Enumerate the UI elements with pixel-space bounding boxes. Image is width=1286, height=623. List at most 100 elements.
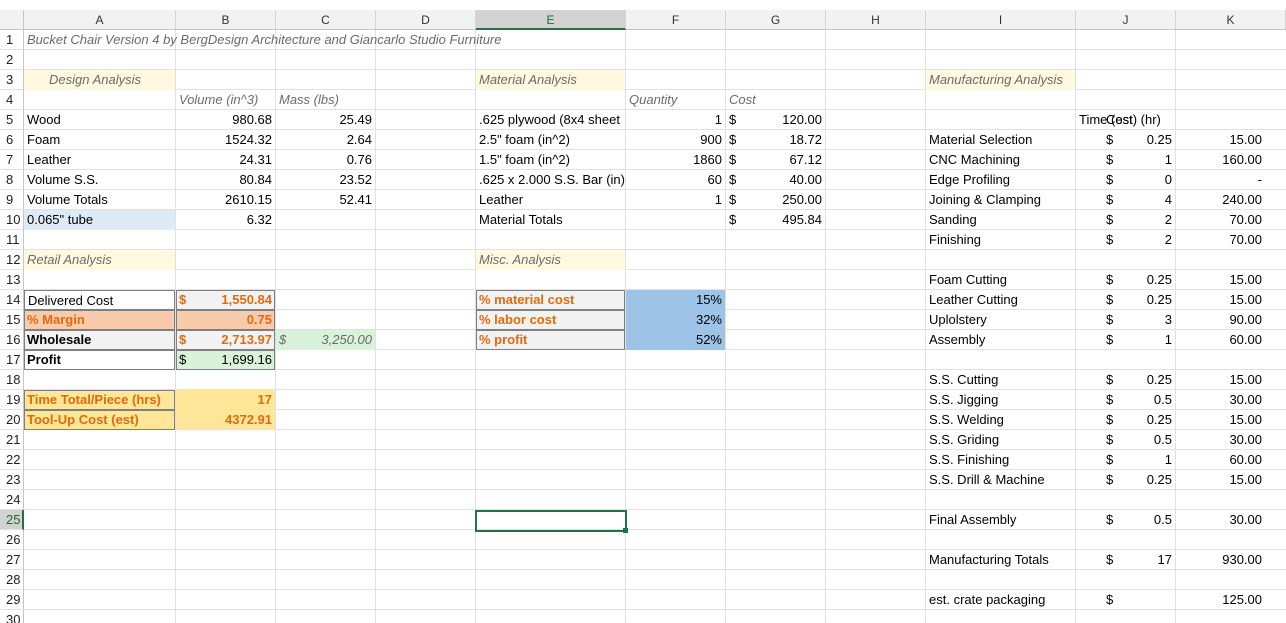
material-row-label[interactable]: .625 plywood (8x4 sheet bbox=[476, 110, 625, 130]
row-header-16[interactable]: 16 bbox=[0, 330, 24, 350]
volume-column-header[interactable]: Volume (in^3) bbox=[176, 90, 275, 110]
material-cost-value[interactable]: 120.00 bbox=[726, 110, 825, 130]
column-header-a[interactable]: A bbox=[24, 10, 176, 30]
manufacturing-row-label[interactable]: S.S. Jigging bbox=[926, 390, 1075, 410]
row-header-28[interactable]: 28 bbox=[0, 570, 24, 590]
currency-symbol[interactable]: $ bbox=[1103, 170, 1122, 190]
manufacturing-row-label[interactable]: S.S. Cutting bbox=[926, 370, 1075, 390]
row-header-9[interactable]: 9 bbox=[0, 190, 24, 210]
design-row-label[interactable]: Wood bbox=[24, 110, 175, 130]
currency-symbol[interactable]: $ bbox=[1103, 390, 1122, 410]
row-header-26[interactable]: 26 bbox=[0, 530, 24, 550]
row-header-15[interactable]: 15 bbox=[0, 310, 24, 330]
design-volume-value[interactable]: 1524.32 bbox=[176, 130, 275, 150]
currency-symbol[interactable]: $ bbox=[1103, 210, 1122, 230]
manufacturing-cost-value[interactable]: 70.00 bbox=[1166, 210, 1265, 230]
manufacturing-cost-value[interactable]: 125.00 bbox=[1166, 590, 1265, 610]
design-mass-value[interactable]: 0.76 bbox=[276, 150, 375, 170]
toolup-cost-label[interactable]: Tool-Up Cost (est) bbox=[24, 410, 175, 430]
misc-analysis-header[interactable]: Misc. Analysis bbox=[476, 250, 625, 270]
manufacturing-row-label[interactable]: Assembly bbox=[926, 330, 1075, 350]
row-header-27[interactable]: 27 bbox=[0, 550, 24, 570]
column-header-b[interactable]: B bbox=[176, 10, 276, 30]
design-row-label[interactable]: Volume Totals bbox=[24, 190, 175, 210]
currency-symbol[interactable]: $ bbox=[1103, 450, 1122, 470]
material-quantity-value[interactable]: 1 bbox=[626, 190, 725, 210]
column-header-f[interactable]: F bbox=[626, 10, 726, 30]
manufacturing-cost-value[interactable]: 15.00 bbox=[1166, 410, 1265, 430]
manufacturing-cost-value[interactable]: 930.00 bbox=[1166, 550, 1265, 570]
currency-symbol[interactable]: $ bbox=[1103, 130, 1122, 150]
material-row-label[interactable]: 1.5" foam (in^2) bbox=[476, 150, 625, 170]
design-mass-value[interactable]: 25.49 bbox=[276, 110, 375, 130]
material-cost-value[interactable]: 40.00 bbox=[726, 170, 825, 190]
manufacturing-time-value[interactable]: 0.5 bbox=[1076, 390, 1175, 410]
manufacturing-row-label[interactable]: Uplolstery bbox=[926, 310, 1075, 330]
row-header-19[interactable]: 19 bbox=[0, 390, 24, 410]
row-header-4[interactable]: 4 bbox=[0, 90, 24, 110]
row-header-2[interactable]: 2 bbox=[0, 50, 24, 70]
margin-value[interactable]: 0.75 bbox=[176, 310, 275, 330]
currency-symbol[interactable]: $ bbox=[1103, 290, 1122, 310]
material-quantity-value[interactable]: 60 bbox=[626, 170, 725, 190]
manufacturing-cost-value[interactable]: 60.00 bbox=[1166, 330, 1265, 350]
material-quantity-value[interactable]: 900 bbox=[626, 130, 725, 150]
manufacturing-cost-value[interactable]: 30.00 bbox=[1166, 390, 1265, 410]
material-cost-value[interactable]: 67.12 bbox=[726, 150, 825, 170]
row-header-17[interactable]: 17 bbox=[0, 350, 24, 370]
toolup-cost-value[interactable]: 4372.91 bbox=[176, 410, 275, 430]
manufacturing-row-label[interactable]: Sanding bbox=[926, 210, 1075, 230]
cost-column-header[interactable]: Cost bbox=[726, 90, 825, 110]
design-volume-value[interactable]: 2610.15 bbox=[176, 190, 275, 210]
mass-column-header[interactable]: Mass (lbs) bbox=[276, 90, 375, 110]
material-row-label[interactable]: Material Totals bbox=[476, 210, 625, 230]
active-cell-selection[interactable] bbox=[475, 510, 627, 532]
row-header-20[interactable]: 20 bbox=[0, 410, 24, 430]
column-header-k[interactable]: K bbox=[1176, 10, 1286, 30]
currency-symbol[interactable]: $ bbox=[1103, 270, 1122, 290]
manufacturing-cost-value[interactable]: 15.00 bbox=[1166, 130, 1265, 150]
manufacturing-time-value[interactable]: 0.25 bbox=[1076, 410, 1175, 430]
column-header-h[interactable]: H bbox=[826, 10, 926, 30]
design-row-label[interactable]: 0.065" tube bbox=[24, 210, 175, 230]
row-header-25[interactable]: 25 bbox=[0, 510, 24, 530]
design-row-label[interactable]: Volume S.S. bbox=[24, 170, 175, 190]
manufacturing-cost-value[interactable]: - bbox=[1166, 170, 1265, 190]
material-quantity-value[interactable]: 1860 bbox=[626, 150, 725, 170]
material-quantity-value[interactable]: 1 bbox=[626, 110, 725, 130]
manufacturing-cost-value[interactable]: 30.00 bbox=[1166, 430, 1265, 450]
manufacturing-time-value[interactable]: 2 bbox=[1076, 210, 1175, 230]
wholesale-alt-value[interactable]: 3,250.00 bbox=[276, 330, 375, 350]
design-mass-value[interactable]: 52.41 bbox=[276, 190, 375, 210]
manufacturing-cost-value[interactable]: 240.00 bbox=[1166, 190, 1265, 210]
currency-symbol[interactable]: $ bbox=[1103, 330, 1122, 350]
column-header-e[interactable]: E bbox=[476, 10, 626, 30]
manufacturing-time-value[interactable]: 0.5 bbox=[1076, 430, 1175, 450]
manufacturing-time-value[interactable]: 0.5 bbox=[1076, 510, 1175, 530]
currency-symbol[interactable]: $ bbox=[1103, 230, 1122, 250]
time-total-label[interactable]: Time Total/Piece (hrs) bbox=[24, 390, 175, 410]
manufacturing-row-label[interactable]: est. crate packaging bbox=[926, 590, 1075, 610]
manufacturing-row-label[interactable]: CNC Machining bbox=[926, 150, 1075, 170]
design-row-label[interactable]: Leather bbox=[24, 150, 175, 170]
quantity-column-header[interactable]: Quantity bbox=[626, 90, 725, 110]
manufacturing-row-label[interactable]: Foam Cutting bbox=[926, 270, 1075, 290]
row-header-13[interactable]: 13 bbox=[0, 270, 24, 290]
row-header-30[interactable]: 30 bbox=[0, 610, 24, 623]
manufacturing-time-value[interactable]: 0 bbox=[1076, 170, 1175, 190]
manufacturing-time-value[interactable]: 0.25 bbox=[1076, 130, 1175, 150]
manufacturing-row-label[interactable]: Manufacturing Totals bbox=[926, 550, 1075, 570]
column-header-i[interactable]: I bbox=[926, 10, 1076, 30]
manufacturing-row-label[interactable]: Edge Profiling bbox=[926, 170, 1075, 190]
manufacturing-row-label[interactable]: Final Assembly bbox=[926, 510, 1075, 530]
row-header-1[interactable]: 1 bbox=[0, 30, 24, 50]
material-analysis-header[interactable]: Material Analysis bbox=[476, 70, 625, 90]
material-row-label[interactable]: Leather bbox=[476, 190, 625, 210]
currency-symbol[interactable]: $ bbox=[1103, 410, 1122, 430]
currency-symbol[interactable]: $ bbox=[1103, 190, 1122, 210]
delivered-cost-label[interactable]: Delivered Cost bbox=[24, 290, 175, 310]
manufacturing-row-label[interactable]: S.S. Griding bbox=[926, 430, 1075, 450]
design-analysis-header[interactable]: Design Analysis bbox=[46, 70, 173, 90]
column-header-c[interactable]: C bbox=[276, 10, 376, 30]
manufacturing-time-value[interactable]: 4 bbox=[1076, 190, 1175, 210]
